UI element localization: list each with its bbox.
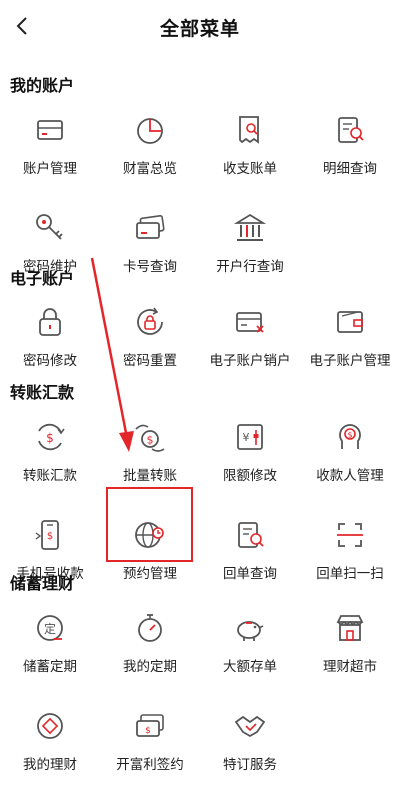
menu-item-label: 大额存单 bbox=[223, 659, 277, 675]
pie-chart-icon bbox=[137, 118, 163, 144]
section-title-my-account: 我的账户 bbox=[10, 76, 75, 95]
menu-item-fixed-deposit[interactable]: 定 储蓄定期 bbox=[0, 604, 100, 702]
menu-item-label: 我的定期 bbox=[123, 659, 177, 675]
batch-transfer-icon: $ bbox=[135, 424, 165, 452]
menu-item-detail-query[interactable]: 明细查询 bbox=[300, 106, 400, 204]
menu-item-payee-management[interactable]: $ 收款人管理 bbox=[300, 413, 400, 511]
menu-item-label: 收款人管理 bbox=[316, 468, 384, 484]
key-icon bbox=[36, 214, 63, 240]
transfer-icon: $ bbox=[38, 423, 65, 451]
highlight-box bbox=[106, 487, 193, 562]
detail-search-icon bbox=[338, 117, 364, 143]
bill-search-icon bbox=[239, 116, 259, 144]
menu-item-label: 开户行查询 bbox=[216, 259, 284, 275]
limit-icon: ¥ bbox=[237, 424, 263, 450]
menu-item-receipt-scan[interactable]: 回单扫一扫 bbox=[300, 511, 400, 609]
menu-item-label: 我的理财 bbox=[23, 757, 77, 773]
page-title: 全部菜单 bbox=[159, 17, 240, 40]
menu-item-label: 回单扫一扫 bbox=[316, 566, 384, 582]
menu-item-label: 回单查询 bbox=[223, 566, 277, 582]
receipt-search-icon bbox=[238, 522, 264, 548]
svg-text:$: $ bbox=[145, 726, 151, 736]
card-query-icon bbox=[136, 214, 165, 239]
handshake-icon bbox=[234, 715, 266, 738]
menu-item-label: 收支账单 bbox=[223, 161, 277, 177]
menu-item-label: 转账汇款 bbox=[23, 468, 77, 484]
menu-item-label: 明细查询 bbox=[323, 161, 377, 177]
menu-item-my-finance[interactable]: 我的理财 bbox=[0, 702, 100, 800]
menu-item-label: 密码重置 bbox=[123, 353, 177, 369]
stopwatch-icon bbox=[138, 614, 162, 642]
phone-icon: $ bbox=[35, 520, 59, 550]
bank-icon bbox=[233, 213, 267, 241]
menu-item-close-e-account[interactable]: 电子账户销户 bbox=[200, 298, 300, 396]
fixed-deposit-icon: 定 bbox=[37, 615, 63, 641]
chevron-left-icon bbox=[16, 17, 27, 35]
menu-item-label: 账户管理 bbox=[23, 161, 77, 177]
menu-item-account-management[interactable]: 账户管理 bbox=[0, 106, 100, 204]
svg-text:$: $ bbox=[47, 531, 53, 542]
menu-item-label: 理财超市 bbox=[323, 659, 377, 675]
menu-item-my-fixed[interactable]: 我的定期 bbox=[100, 604, 200, 702]
menu-item-label: 开富利签约 bbox=[116, 757, 184, 773]
section-title-e-account: 电子账户 bbox=[10, 269, 75, 288]
menu-item-manage-e-account[interactable]: 电子账户管理 bbox=[300, 298, 400, 396]
menu-item-label: 电子账户管理 bbox=[309, 353, 391, 369]
svg-text:$: $ bbox=[147, 434, 154, 447]
menu-grid-savings: 定 储蓄定期 我的定期 大额存单 理财超市 我的理财 $ 开富利签约 特订服务 bbox=[0, 604, 400, 800]
menu-item-contract-sign[interactable]: $ 开富利签约 bbox=[100, 702, 200, 800]
svg-text:定: 定 bbox=[44, 621, 56, 636]
card-icon bbox=[37, 120, 63, 140]
menu-item-phone-receive[interactable]: $ 手机号收款 bbox=[0, 511, 100, 609]
svg-text:$: $ bbox=[46, 431, 54, 445]
lock-icon bbox=[39, 308, 61, 336]
menu-item-label: 卡号查询 bbox=[123, 259, 177, 275]
payee-icon: $ bbox=[339, 424, 361, 449]
menu-item-label: 储蓄定期 bbox=[23, 659, 77, 675]
finance-icon bbox=[37, 713, 63, 739]
svg-text:¥: ¥ bbox=[243, 431, 250, 444]
piggy-icon bbox=[237, 621, 264, 641]
menu-item-reset-password[interactable]: 密码重置 bbox=[100, 298, 200, 396]
menu-item-card-query[interactable]: 卡号查询 bbox=[100, 204, 200, 302]
section-title-transfer: 转账汇款 bbox=[10, 383, 75, 402]
menu-item-label: 密码修改 bbox=[23, 353, 77, 369]
menu-item-limit-modify[interactable]: ¥ 限额修改 bbox=[200, 413, 300, 511]
card-close-icon bbox=[236, 312, 264, 333]
menu-item-label: 限额修改 bbox=[223, 468, 277, 484]
wallet-icon bbox=[337, 311, 363, 333]
section-title-savings: 储蓄理财 bbox=[10, 574, 75, 593]
menu-item-label: 预约管理 bbox=[123, 566, 177, 582]
menu-item-label: 财富总览 bbox=[123, 161, 177, 177]
menu-item-wealth-overview[interactable]: 财富总览 bbox=[100, 106, 200, 204]
menu-item-transfer[interactable]: $ 转账汇款 bbox=[0, 413, 100, 511]
svg-text:$: $ bbox=[347, 431, 352, 440]
shop-icon bbox=[336, 615, 364, 641]
menu-item-label: 特订服务 bbox=[223, 757, 277, 773]
contract-card-icon: $ bbox=[136, 714, 164, 737]
scan-icon bbox=[337, 523, 363, 547]
menu-item-receipt-query[interactable]: 回单查询 bbox=[200, 511, 300, 609]
lock-reset-icon bbox=[137, 307, 163, 335]
menu-item-wealth-market[interactable]: 理财超市 bbox=[300, 604, 400, 702]
menu-item-label: 批量转账 bbox=[123, 468, 177, 484]
menu-item-large-deposit[interactable]: 大额存单 bbox=[200, 604, 300, 702]
menu-item-special-service[interactable]: 特订服务 bbox=[200, 702, 300, 800]
top-bar: 全部菜单 bbox=[0, 0, 400, 54]
menu-item-income-expense-bill[interactable]: 收支账单 bbox=[200, 106, 300, 204]
menu-item-label: 电子账户销户 bbox=[209, 353, 291, 369]
back-button[interactable] bbox=[6, 9, 40, 43]
menu-item-bank-branch-query[interactable]: 开户行查询 bbox=[200, 204, 300, 302]
